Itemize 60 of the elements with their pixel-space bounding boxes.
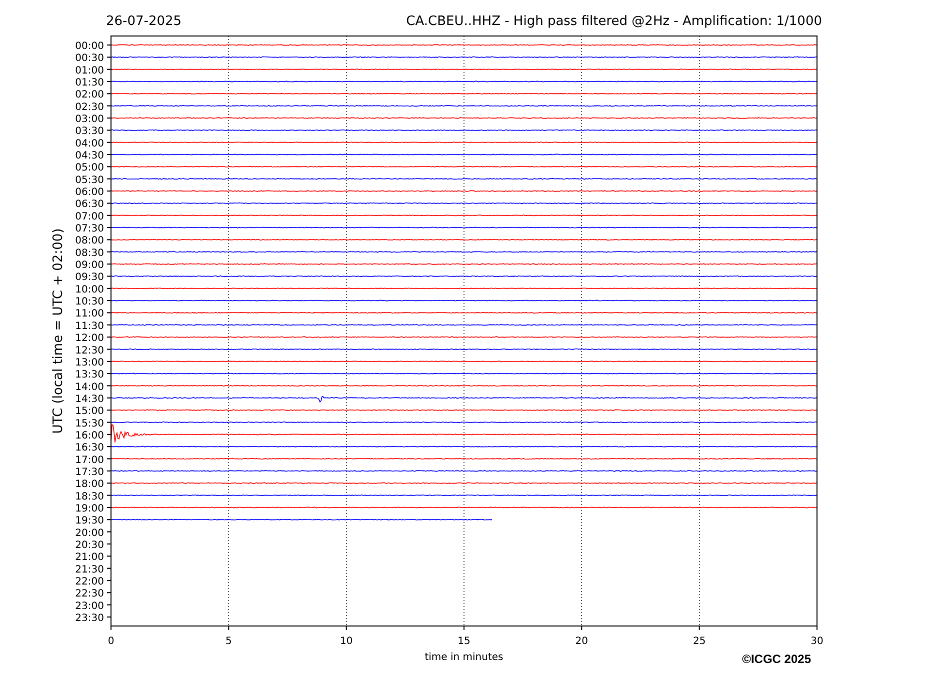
axis-tick-label: 0 (108, 636, 114, 647)
axis-tick-label: 17:00 (75, 454, 104, 466)
axis-tick-label: 05:00 (75, 162, 104, 174)
axis-tick-label: 03:30 (75, 126, 104, 138)
chart-date: 26-07-2025 (106, 14, 182, 29)
axis-tick-label: 01:00 (75, 65, 104, 76)
axis-tick-label: 01:30 (75, 78, 104, 88)
axis-tick-label: 08:30 (75, 248, 104, 259)
axis-tick-label: 06:30 (75, 199, 104, 210)
axis-tick-label: 18:00 (75, 479, 104, 490)
axis-tick-label: 20 (575, 636, 588, 647)
axis-tick-label: 15:00 (75, 406, 104, 418)
axis-tick-label: 10:00 (75, 284, 104, 296)
axis-tick-label: 10 (340, 636, 353, 647)
axis-tick-label: 04:30 (75, 150, 104, 162)
axis-tick-label: 21:30 (75, 564, 104, 576)
chart-title: CA.CBEU..HHZ - High pass filtered @2Hz - Amplification: 1/1000 (406, 14, 822, 29)
axis-tick-label: 00:30 (75, 53, 104, 64)
axis-tick-label: 07:00 (75, 211, 104, 222)
axis-tick-label: 19:30 (75, 516, 104, 527)
axis-tick-label: 03:00 (75, 114, 104, 126)
axis-tick-label: 22:00 (75, 576, 104, 588)
axis-tick-label: 15 (458, 636, 470, 647)
axis-tick-label: 00:00 (75, 41, 104, 52)
axis-tick-label: 20:00 (75, 528, 104, 539)
axis-tick-label: 19:00 (75, 503, 104, 514)
axis-tick-label: 10:30 (75, 296, 104, 308)
axis-tick-label: 14:30 (75, 394, 104, 405)
axis-tick-label: 13:30 (75, 370, 104, 381)
axis-tick-label: 18:30 (75, 491, 104, 502)
axis-tick-label: 16:30 (75, 442, 104, 454)
axis-tick-label: 09:00 (75, 260, 104, 272)
axis-tick-label: 09:30 (75, 272, 104, 284)
axis-tick-label: 17:30 (75, 466, 104, 478)
copyright-text: ©ICGC 2025 (742, 652, 811, 666)
axis-tick-label: 23:00 (75, 600, 104, 612)
axis-tick-label: 5 (225, 636, 232, 647)
axis-tick-label: 30 (810, 636, 824, 647)
axis-tick-label: 22:30 (75, 588, 104, 600)
axis-tick-label: 06:00 (75, 187, 104, 198)
axis-tick-label: 14:00 (75, 382, 104, 393)
axis-tick-label: 16:00 (75, 430, 104, 442)
axis-tick-label: 11:30 (75, 320, 104, 332)
axis-tick-label: 12:30 (75, 345, 104, 356)
axis-tick-label: 23:30 (75, 613, 104, 624)
axis-tick-label: 07:30 (75, 224, 104, 235)
axis-tick-label: 13:00 (75, 357, 104, 368)
axis-tick-label: 15:30 (75, 418, 104, 430)
axis-tick-label: 08:00 (75, 236, 104, 247)
axis-tick-label: 21:00 (75, 552, 104, 564)
axis-tick-label: 05:30 (75, 174, 104, 186)
axis-tick-label: 20:30 (75, 540, 104, 551)
axis-tick-label: 02:30 (75, 102, 104, 113)
axis-tick-label: 12:00 (75, 333, 104, 344)
y-axis-label: UTC (local time = UTC + 02:00) (51, 228, 66, 434)
axis-tick-label: 04:00 (75, 138, 104, 150)
axis-tick-label: 02:00 (75, 90, 104, 101)
axis-tick-label: 25 (692, 636, 706, 647)
x-axis-label: time in minutes (424, 652, 504, 663)
axis-tick-label: 11:00 (75, 308, 104, 320)
